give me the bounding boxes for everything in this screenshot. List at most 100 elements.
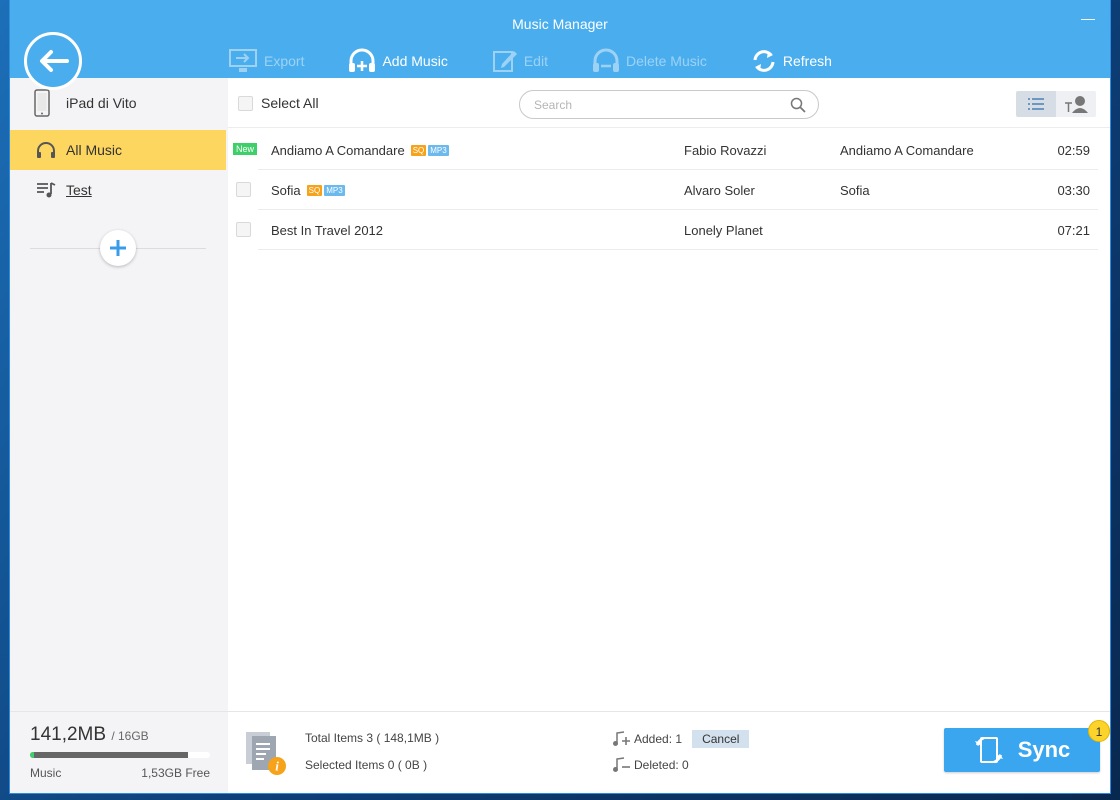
format-badge: MP3 bbox=[324, 185, 345, 196]
export-icon bbox=[229, 49, 257, 72]
sync-device-icon bbox=[974, 736, 1003, 764]
added-label: Added: bbox=[634, 732, 673, 746]
album-cell: Sofia bbox=[840, 183, 870, 198]
plus-icon bbox=[110, 240, 126, 256]
cancel-button[interactable]: Cancel bbox=[692, 730, 750, 748]
device-name: iPad di Vito bbox=[66, 95, 137, 111]
table-row[interactable]: New Andiamo A Comandare SQ MP3 Fabio Rov… bbox=[228, 130, 1110, 170]
add-music-button[interactable]: Add Music bbox=[348, 44, 448, 78]
deleted-value: 0 bbox=[682, 758, 689, 772]
storage-used: 141,2MB / 16GB bbox=[30, 724, 149, 746]
edit-label: Edit bbox=[523, 53, 548, 69]
total-items-value: 3 ( 148,1MB ) bbox=[366, 731, 440, 745]
storage-bar-marker bbox=[30, 752, 34, 758]
refresh-icon bbox=[753, 50, 775, 72]
sidebar-item-label: All Music bbox=[66, 142, 123, 158]
sync-count-badge: 1 bbox=[1088, 720, 1110, 742]
remove-headphones-icon bbox=[592, 48, 619, 72]
document-info-icon: i bbox=[246, 732, 286, 775]
svg-text:i: i bbox=[275, 759, 279, 774]
add-music-label: Add Music bbox=[382, 53, 448, 69]
sidebar-item-all-music[interactable]: All Music bbox=[10, 130, 226, 170]
duration-cell: 07:21 bbox=[1057, 223, 1090, 238]
song-title: Andiamo A Comandare bbox=[271, 143, 405, 158]
sidebar: iPad di Vito All Music Test bbox=[10, 78, 228, 711]
add-playlist-button[interactable] bbox=[100, 230, 136, 266]
selected-items: Selected Items 0 ( 0B ) bbox=[305, 758, 427, 772]
deleted-status: Deleted: 0 bbox=[612, 757, 689, 773]
artist-view-button[interactable] bbox=[1056, 91, 1096, 117]
table-row[interactable]: Sofia SQ MP3 Alvaro Soler Sofia 03:30 bbox=[228, 170, 1110, 210]
add-headphones-icon bbox=[349, 48, 376, 72]
delete-music-label: Delete Music bbox=[625, 53, 707, 69]
search-icon[interactable] bbox=[790, 97, 806, 113]
format-badge: MP3 bbox=[428, 145, 449, 156]
music-add-icon bbox=[613, 731, 630, 746]
total-items-label: Total Items bbox=[305, 731, 364, 745]
storage-total: / 16GB bbox=[111, 729, 149, 743]
artist-view-icon bbox=[1065, 96, 1088, 113]
export-button[interactable]: Export bbox=[228, 44, 304, 78]
sidebar-item-label: Test bbox=[66, 182, 92, 198]
edit-button[interactable]: Edit bbox=[492, 44, 548, 78]
added-value: 1 bbox=[675, 732, 683, 746]
app-window: Music Manager — Export Add Music Edit De… bbox=[10, 0, 1110, 793]
song-title: Sofia bbox=[271, 183, 301, 198]
summary-bar: i Total Items 3 ( 148,1MB ) Selected Ite… bbox=[228, 711, 1110, 793]
music-remove-icon bbox=[613, 757, 630, 772]
select-all[interactable]: Select All bbox=[238, 95, 319, 111]
deleted-label: Deleted: bbox=[634, 758, 679, 772]
edit-icon bbox=[492, 51, 517, 72]
table-row[interactable]: Best In Travel 2012 Lonely Planet 07:21 bbox=[228, 210, 1110, 250]
sq-badge: SQ bbox=[410, 145, 427, 156]
song-title-cell: Sofia SQ MP3 bbox=[271, 183, 345, 198]
sq-badge: SQ bbox=[306, 185, 323, 196]
sync-label: Sync bbox=[1017, 737, 1071, 762]
export-label: Export bbox=[264, 53, 305, 69]
toolbar: Export Add Music Edit Delete Music Refre… bbox=[228, 44, 876, 78]
artist-cell: Lonely Planet bbox=[684, 223, 763, 238]
selected-items-value: 0 ( 0B ) bbox=[387, 758, 428, 772]
storage-category: Music bbox=[30, 766, 62, 780]
playlist-icon bbox=[37, 182, 56, 198]
storage-free: 1,53GB Free bbox=[141, 766, 210, 780]
select-all-checkbox[interactable] bbox=[238, 95, 253, 111]
storage-bar bbox=[30, 752, 210, 758]
window-title: Music Manager bbox=[512, 16, 608, 32]
back-button[interactable] bbox=[24, 32, 82, 90]
headphones-icon bbox=[37, 142, 55, 158]
total-items: Total Items 3 ( 148,1MB ) bbox=[305, 731, 439, 745]
sidebar-item-test[interactable]: Test bbox=[10, 170, 226, 210]
song-title-cell: Andiamo A Comandare SQ MP3 bbox=[271, 143, 449, 158]
title-bar: Music Manager — Export Add Music Edit De… bbox=[10, 0, 1110, 78]
artist-cell: Alvaro Soler bbox=[684, 183, 755, 198]
duration-cell: 02:59 bbox=[1057, 143, 1090, 158]
row-checkbox[interactable] bbox=[236, 182, 251, 197]
selected-items-label: Selected Items bbox=[305, 758, 385, 772]
list-view-button[interactable] bbox=[1016, 91, 1056, 117]
new-badge: New bbox=[233, 143, 258, 155]
view-toggle bbox=[1016, 91, 1096, 117]
duration-cell: 03:30 bbox=[1057, 183, 1090, 198]
list-view-icon bbox=[1028, 98, 1044, 110]
added-status: Added: 1 Cancel bbox=[612, 730, 750, 748]
music-list: New Andiamo A Comandare SQ MP3 Fabio Rov… bbox=[228, 130, 1110, 250]
search-input[interactable] bbox=[534, 96, 784, 114]
song-title: Best In Travel 2012 bbox=[271, 223, 384, 238]
arrow-left-icon bbox=[40, 50, 69, 72]
storage-panel: 141,2MB / 16GB Music 1,53GB Free bbox=[10, 711, 228, 793]
minimize-button[interactable]: — bbox=[1080, 11, 1096, 29]
song-title-cell: Best In Travel 2012 bbox=[271, 223, 383, 238]
search-box bbox=[519, 90, 819, 119]
refresh-button[interactable]: Refresh bbox=[751, 44, 832, 78]
storage-bar-fill bbox=[30, 752, 189, 758]
storage-used-value: 141,2MB bbox=[30, 724, 107, 745]
tablet-icon bbox=[34, 89, 50, 117]
delete-music-button[interactable]: Delete Music bbox=[592, 44, 707, 78]
list-header: Select All bbox=[228, 78, 1110, 128]
artist-cell: Fabio Rovazzi bbox=[684, 143, 767, 158]
album-cell: Andiamo A Comandare bbox=[840, 143, 974, 158]
sync-button[interactable]: Sync bbox=[944, 728, 1100, 772]
select-all-label: Select All bbox=[261, 95, 319, 111]
row-checkbox[interactable] bbox=[236, 222, 251, 237]
